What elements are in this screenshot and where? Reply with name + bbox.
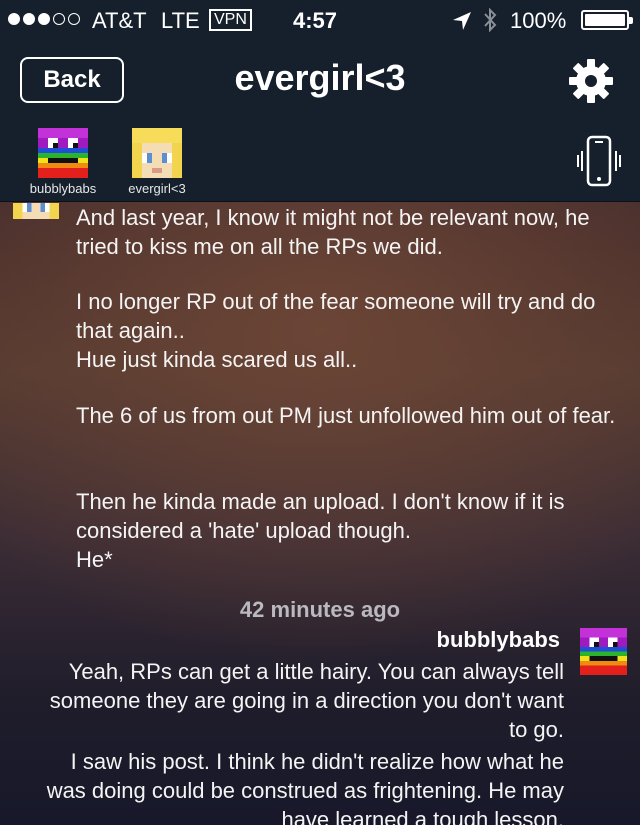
rainbow-avatar-icon <box>38 128 88 178</box>
gear-icon[interactable] <box>568 58 614 104</box>
signal-strength-icon <box>8 13 80 25</box>
message-timestamp: 42 minutes ago <box>239 597 401 622</box>
reply-sender-name: bubblybabs <box>436 627 560 652</box>
message-paragraph: Then he kinda made an upload. I don't kn… <box>76 489 565 572</box>
participant-name: evergirl<3 <box>128 181 186 196</box>
status-time: 4:57 <box>293 8 338 33</box>
participant-evergirl[interactable]: evergirl<3 <box>112 128 202 196</box>
chat-transcript[interactable]: And last year, I know it might not be re… <box>0 203 640 825</box>
reply-paragraph: Yeah, RPs can get a little hairy. You ca… <box>49 659 564 742</box>
message-paragraph: I no longer RP out of the fear someone w… <box>76 289 596 372</box>
battery-icon <box>581 10 633 30</box>
nav-bar: Back evergirl<3 bubblybabs evergirl<3 <box>0 40 640 202</box>
status-bar: AT&T LTE VPN 4:57 100% <box>0 0 640 40</box>
evergirl-avatar-icon <box>13 203 59 219</box>
bubblybabs-avatar-icon <box>580 628 627 675</box>
vpn-badge: VPN <box>209 9 252 31</box>
message-paragraph: And last year, I know it might not be re… <box>76 205 590 259</box>
battery-percent: 100% <box>510 8 567 33</box>
location-arrow-icon <box>453 12 471 30</box>
participant-name: bubblybabs <box>29 181 97 196</box>
participant-bubblybabs[interactable]: bubblybabs <box>18 128 108 196</box>
phone-vibrate-icon[interactable] <box>576 135 622 191</box>
network-type: LTE <box>161 8 200 33</box>
carrier-label: AT&T <box>92 8 147 33</box>
bluetooth-icon <box>484 8 497 32</box>
back-button[interactable]: Back <box>20 57 124 103</box>
message-paragraph: The 6 of us from out PM just unfollowed … <box>76 403 616 428</box>
blonde-avatar-icon <box>132 128 182 178</box>
reply-paragraph: I saw his post. I think he didn't realiz… <box>46 749 564 825</box>
